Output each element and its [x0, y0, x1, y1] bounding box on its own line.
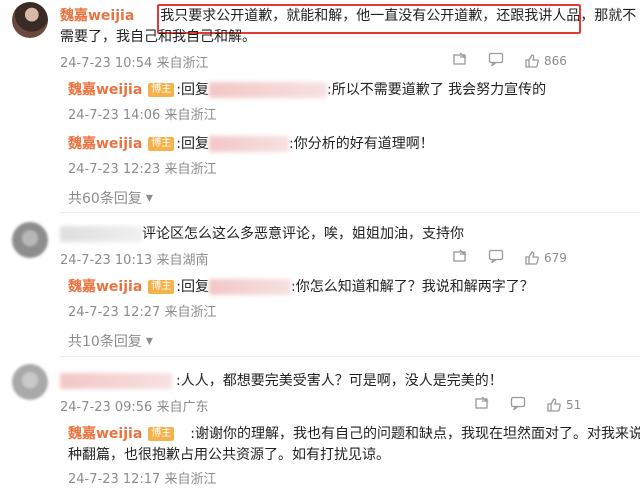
like-count: 679 — [544, 250, 567, 265]
comment-text: 评论区怎么这么多恶意评论，唉，姐姐加油，支持你 — [142, 226, 464, 242]
reply-item: 魏嘉weijia 博主:回复 :你怎么知道和解了？我说和解两字了？ — [68, 277, 534, 297]
share-icon[interactable] — [452, 52, 468, 69]
reply-text: :所以不需要道歉了 我会努力宣传的 — [327, 82, 547, 98]
blurred-username — [60, 226, 142, 242]
blurred-username — [209, 82, 327, 98]
user-avatar[interactable] — [12, 364, 48, 400]
reply-item: 魏嘉weijia 博主:回复 :你分析的好有道理啊！ — [68, 134, 434, 154]
more-replies-label: 共60条回复 — [68, 191, 142, 207]
reply-prefix: :回复 — [176, 279, 209, 295]
username[interactable]: 魏嘉weijia — [60, 8, 134, 24]
reply-prefix: :回复 — [176, 136, 209, 152]
blurred-username — [209, 279, 291, 295]
user-avatar[interactable] — [12, 222, 48, 258]
comment-text-cont: ，那就不 — [580, 8, 637, 24]
blurred-username — [60, 373, 172, 389]
comment-meta: 24-7-23 10:13 来自湖南 — [60, 253, 209, 268]
chevron-down-icon: ▾ — [145, 333, 153, 349]
like-button[interactable]: 51 — [546, 398, 581, 412]
reply-text: :你怎么知道和解了？我说和解两字了？ — [291, 279, 534, 295]
author-badge: 博主 — [148, 137, 175, 151]
divider — [60, 356, 640, 357]
reply-item: 魏嘉weijia 博主:回复 :所以不需要道歉了 我会努力宣传的 — [68, 80, 546, 100]
comment-2-actions: 679 — [452, 249, 567, 266]
comment-1-line2: 需要了，我自己和我自己和解。 — [60, 29, 256, 45]
blurred-username — [209, 136, 289, 152]
divider — [60, 212, 640, 213]
comment-icon[interactable] — [488, 249, 504, 266]
reply-meta: 24-7-23 12:23 来自浙江 — [68, 162, 217, 177]
author-badge: 博主 — [148, 427, 175, 441]
comment-3-line: :人人，都想要完美受害人？可是啊，没人是完美的！ — [60, 371, 503, 391]
reply-meta: 24-7-23 12:17 来自浙江 — [68, 472, 217, 487]
share-icon[interactable] — [452, 249, 468, 266]
reply-meta: 24-7-23 12:27 来自浙江 — [68, 305, 217, 320]
comment-2-line: 评论区怎么这么多恶意评论，唉，姐姐加油，支持你 — [60, 224, 464, 244]
comment-text: :人人，都想要完美受害人？可是啊，没人是完美的！ — [176, 373, 503, 389]
reply-prefix: :回复 — [176, 82, 209, 98]
reply-username[interactable]: 魏嘉weijia — [68, 136, 142, 152]
comment-meta: 24-7-23 10:54 来自浙江 — [60, 56, 209, 71]
comment-3-actions: 51 — [474, 396, 581, 413]
user-avatar[interactable] — [12, 2, 48, 38]
reply-text: :你分析的好有道理啊！ — [289, 136, 434, 152]
share-icon[interactable] — [474, 396, 490, 413]
author-badge: 博主 — [148, 83, 175, 97]
reply-username[interactable]: 魏嘉weijia — [68, 426, 142, 442]
reply-meta: 24-7-23 14:06 来自浙江 — [68, 108, 217, 123]
reply-item: 魏嘉weijia 博主 :谢谢你的理解，我也有自己的问题和缺点，我现在坦然面对了。对… — [68, 424, 640, 444]
like-button[interactable]: 866 — [524, 54, 567, 68]
comment-icon[interactable] — [510, 396, 526, 413]
more-replies-link[interactable]: 共10条回复 ▾ — [68, 331, 153, 351]
like-button[interactable]: 679 — [524, 251, 567, 265]
comment-icon[interactable] — [488, 52, 504, 69]
reply-text-cont: 种翻篇，也很抱歉占用公共资源了。如有打扰见谅。 — [68, 447, 390, 463]
reply-username[interactable]: 魏嘉weijia — [68, 279, 142, 295]
like-count: 866 — [544, 53, 567, 68]
reply-username[interactable]: 魏嘉weijia — [68, 82, 142, 98]
comment-meta: 24-7-23 09:56 来自广东 — [60, 400, 209, 415]
more-replies-label: 共10条回复 — [68, 334, 142, 350]
reply-text: :谢谢你的理解，我也有自己的问题和缺点，我现在坦然面对了。对我来说是一 — [190, 426, 640, 442]
comment-1-actions: 866 — [452, 52, 567, 69]
author-badge: 博主 — [148, 280, 175, 294]
more-replies-link[interactable]: 共60条回复 ▾ — [68, 188, 153, 208]
chevron-down-icon: ▾ — [145, 190, 153, 206]
like-count: 51 — [566, 397, 582, 412]
